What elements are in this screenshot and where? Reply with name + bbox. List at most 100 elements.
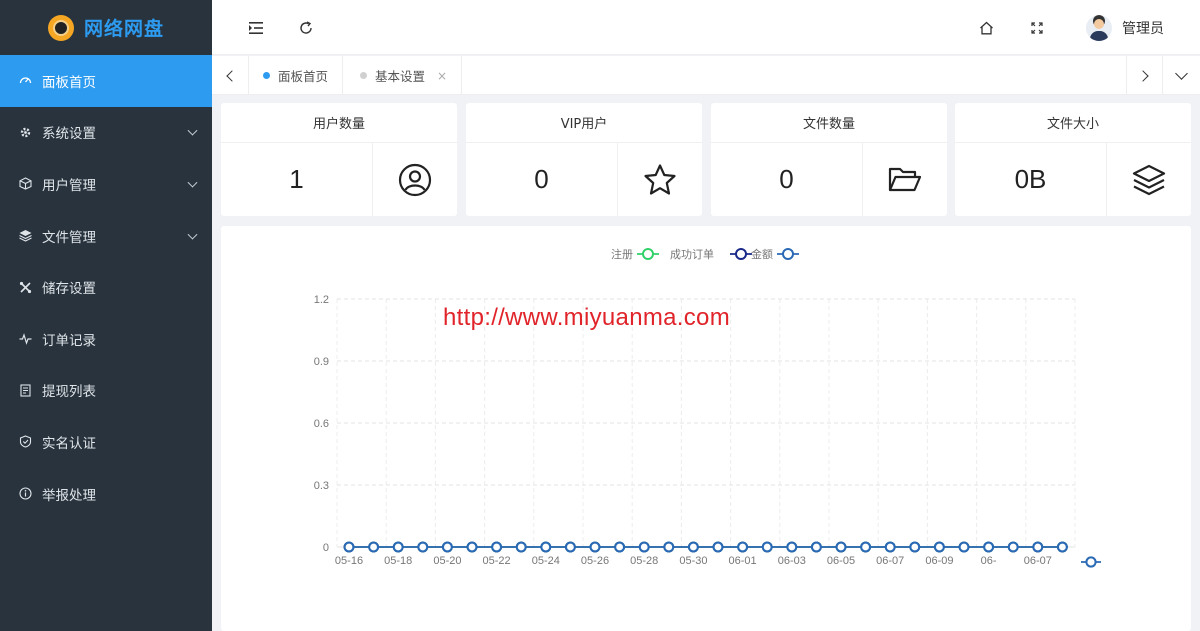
- info-icon: [18, 487, 32, 501]
- refresh-icon: [300, 20, 312, 34]
- stat-card-value: 1: [221, 143, 373, 216]
- cube-icon: [18, 177, 32, 191]
- app-title: 网络网盘: [83, 18, 164, 40]
- star-icon: [618, 143, 702, 216]
- stat-card-title: 文件大小: [955, 103, 1191, 143]
- refresh-button[interactable]: [286, 0, 326, 55]
- stat-card-1: 用户数量 1: [221, 103, 457, 216]
- sidebar-item-label: 实名认证: [42, 435, 96, 452]
- home-button[interactable]: [966, 0, 1006, 55]
- x-tick-label: 05-24: [532, 555, 560, 567]
- tabs-dropdown-button[interactable]: [1163, 56, 1200, 95]
- stat-card-body: 0: [711, 143, 947, 216]
- chevron-down-icon: [187, 126, 198, 136]
- data-point: [786, 541, 798, 553]
- sidebar-item-label: 举报处理: [42, 487, 96, 504]
- stat-card-value: 0: [711, 143, 863, 216]
- folder-open-icon: [863, 143, 947, 216]
- sidebar-item-label: 提现列表: [42, 384, 96, 401]
- close-icon[interactable]: ×: [437, 69, 447, 83]
- tab-dashboard[interactable]: 面板首页: [249, 56, 344, 95]
- stat-card-title: 文件数量: [711, 103, 947, 143]
- legend-marker: [642, 248, 654, 260]
- tab-label: 基本设置: [375, 69, 426, 84]
- x-tick-label: 05-30: [679, 555, 707, 567]
- data-point: [934, 541, 945, 553]
- sidebar-nav: 面板首页 系统设置用户管理文件管理 储存设置订单记录提现列表实名认证举报处理: [0, 55, 212, 519]
- watermark: http://www.miyuanma.com: [443, 304, 730, 331]
- sidebar-item-label: 订单记录: [42, 332, 96, 349]
- layers-icon: [18, 229, 32, 243]
- app-logo[interactable]: 网络网盘: [0, 0, 212, 55]
- data-point: [884, 541, 896, 553]
- legend-label: 注册: [611, 247, 633, 261]
- x-tick-label: 05-20: [433, 555, 461, 567]
- pulse-icon: [18, 332, 32, 346]
- x-tick-label: 05-28: [630, 555, 658, 567]
- logo-icon: [47, 14, 74, 41]
- data-point: [663, 541, 675, 553]
- x-tick-label: 06-: [981, 555, 997, 567]
- tabs-scroll-left-button[interactable]: [212, 56, 249, 95]
- x-tick-label: 06-03: [778, 555, 806, 567]
- y-tick-label: 0.6: [314, 418, 329, 430]
- x-tick-label: 05-26: [581, 555, 609, 567]
- sidebar-item-3[interactable]: 用户管理: [0, 158, 212, 210]
- y-tick-label: 0.9: [314, 356, 329, 368]
- data-point: [540, 541, 552, 553]
- shield-icon: [18, 435, 32, 449]
- list-icon: [18, 383, 32, 397]
- x-tick-label: 05-16: [335, 555, 363, 567]
- tab-basic-settings[interactable]: 基本设置 ×: [346, 56, 463, 95]
- y-tick-label: 1.2: [314, 294, 329, 306]
- sidebar-item-6[interactable]: 订单记录: [0, 313, 212, 365]
- tools-icon: [18, 280, 32, 294]
- user-name: 管理员: [1122, 20, 1164, 37]
- data-point: [737, 541, 748, 553]
- stat-card-title: VIP用户: [466, 103, 702, 143]
- home-icon: [979, 21, 993, 34]
- statistics-chart: 1.2 0.9 0.6 0.3 0 05-16 05-18 05-20 05-22 05-24 05…: [314, 247, 1101, 568]
- stat-card-body: 1: [221, 143, 457, 216]
- data-point: [811, 541, 822, 553]
- tab-active-dot: [263, 72, 270, 79]
- chevron-down-icon: [187, 229, 198, 240]
- legend-marker: [782, 248, 794, 260]
- sidebar-item-5[interactable]: 储存设置: [0, 261, 212, 313]
- chevron-left-icon: [225, 69, 238, 82]
- stat-card-value: 0: [466, 143, 618, 216]
- avatar: [1086, 14, 1112, 41]
- data-point-overflow: [1085, 556, 1097, 568]
- stat-card-4: 文件大小 0B: [955, 103, 1191, 216]
- sidebar-item-4[interactable]: 文件管理: [0, 210, 212, 262]
- user-menu[interactable]: 管理员: [1086, 0, 1164, 55]
- fullscreen-icon: [1031, 21, 1043, 34]
- sidebar-item-7[interactable]: 提现列表: [0, 365, 212, 417]
- sidebar-item-2[interactable]: 系统设置: [0, 107, 212, 159]
- tabs-scroll-right-button[interactable]: [1126, 56, 1163, 95]
- menu-fold-button[interactable]: [236, 0, 276, 55]
- legend-marker: [735, 248, 747, 260]
- x-tick-label: 06-09: [925, 555, 953, 567]
- data-point: [761, 541, 773, 553]
- fullscreen-button[interactable]: [1017, 0, 1057, 55]
- top-header: 管理员: [212, 0, 1200, 55]
- tab-label: 面板首页: [278, 69, 329, 84]
- data-point: [466, 541, 478, 553]
- sidebar-item-8[interactable]: 实名认证: [0, 416, 212, 468]
- chart-panel: 1.2 0.9 0.6 0.3 0 05-16 05-18 05-20 05-22 05-24 05…: [221, 226, 1191, 631]
- x-tick-label: 05-18: [384, 555, 412, 567]
- sidebar-item-1[interactable]: 面板首页: [0, 55, 212, 107]
- data-point: [835, 541, 847, 553]
- data-point: [860, 541, 871, 553]
- data-point: [343, 541, 355, 553]
- chevron-down-icon: [187, 177, 198, 188]
- tabs-bar: 面板首页 基本设置 ×: [212, 56, 1200, 95]
- user-circle-icon: [373, 143, 457, 216]
- sidebar-item-9[interactable]: 举报处理: [0, 468, 212, 520]
- data-point: [688, 541, 699, 553]
- sidebar-item-label: 用户管理: [42, 177, 96, 194]
- data-point: [491, 541, 503, 553]
- x-tick-label: 05-22: [483, 555, 511, 567]
- x-tick-label: 06-07: [876, 555, 904, 567]
